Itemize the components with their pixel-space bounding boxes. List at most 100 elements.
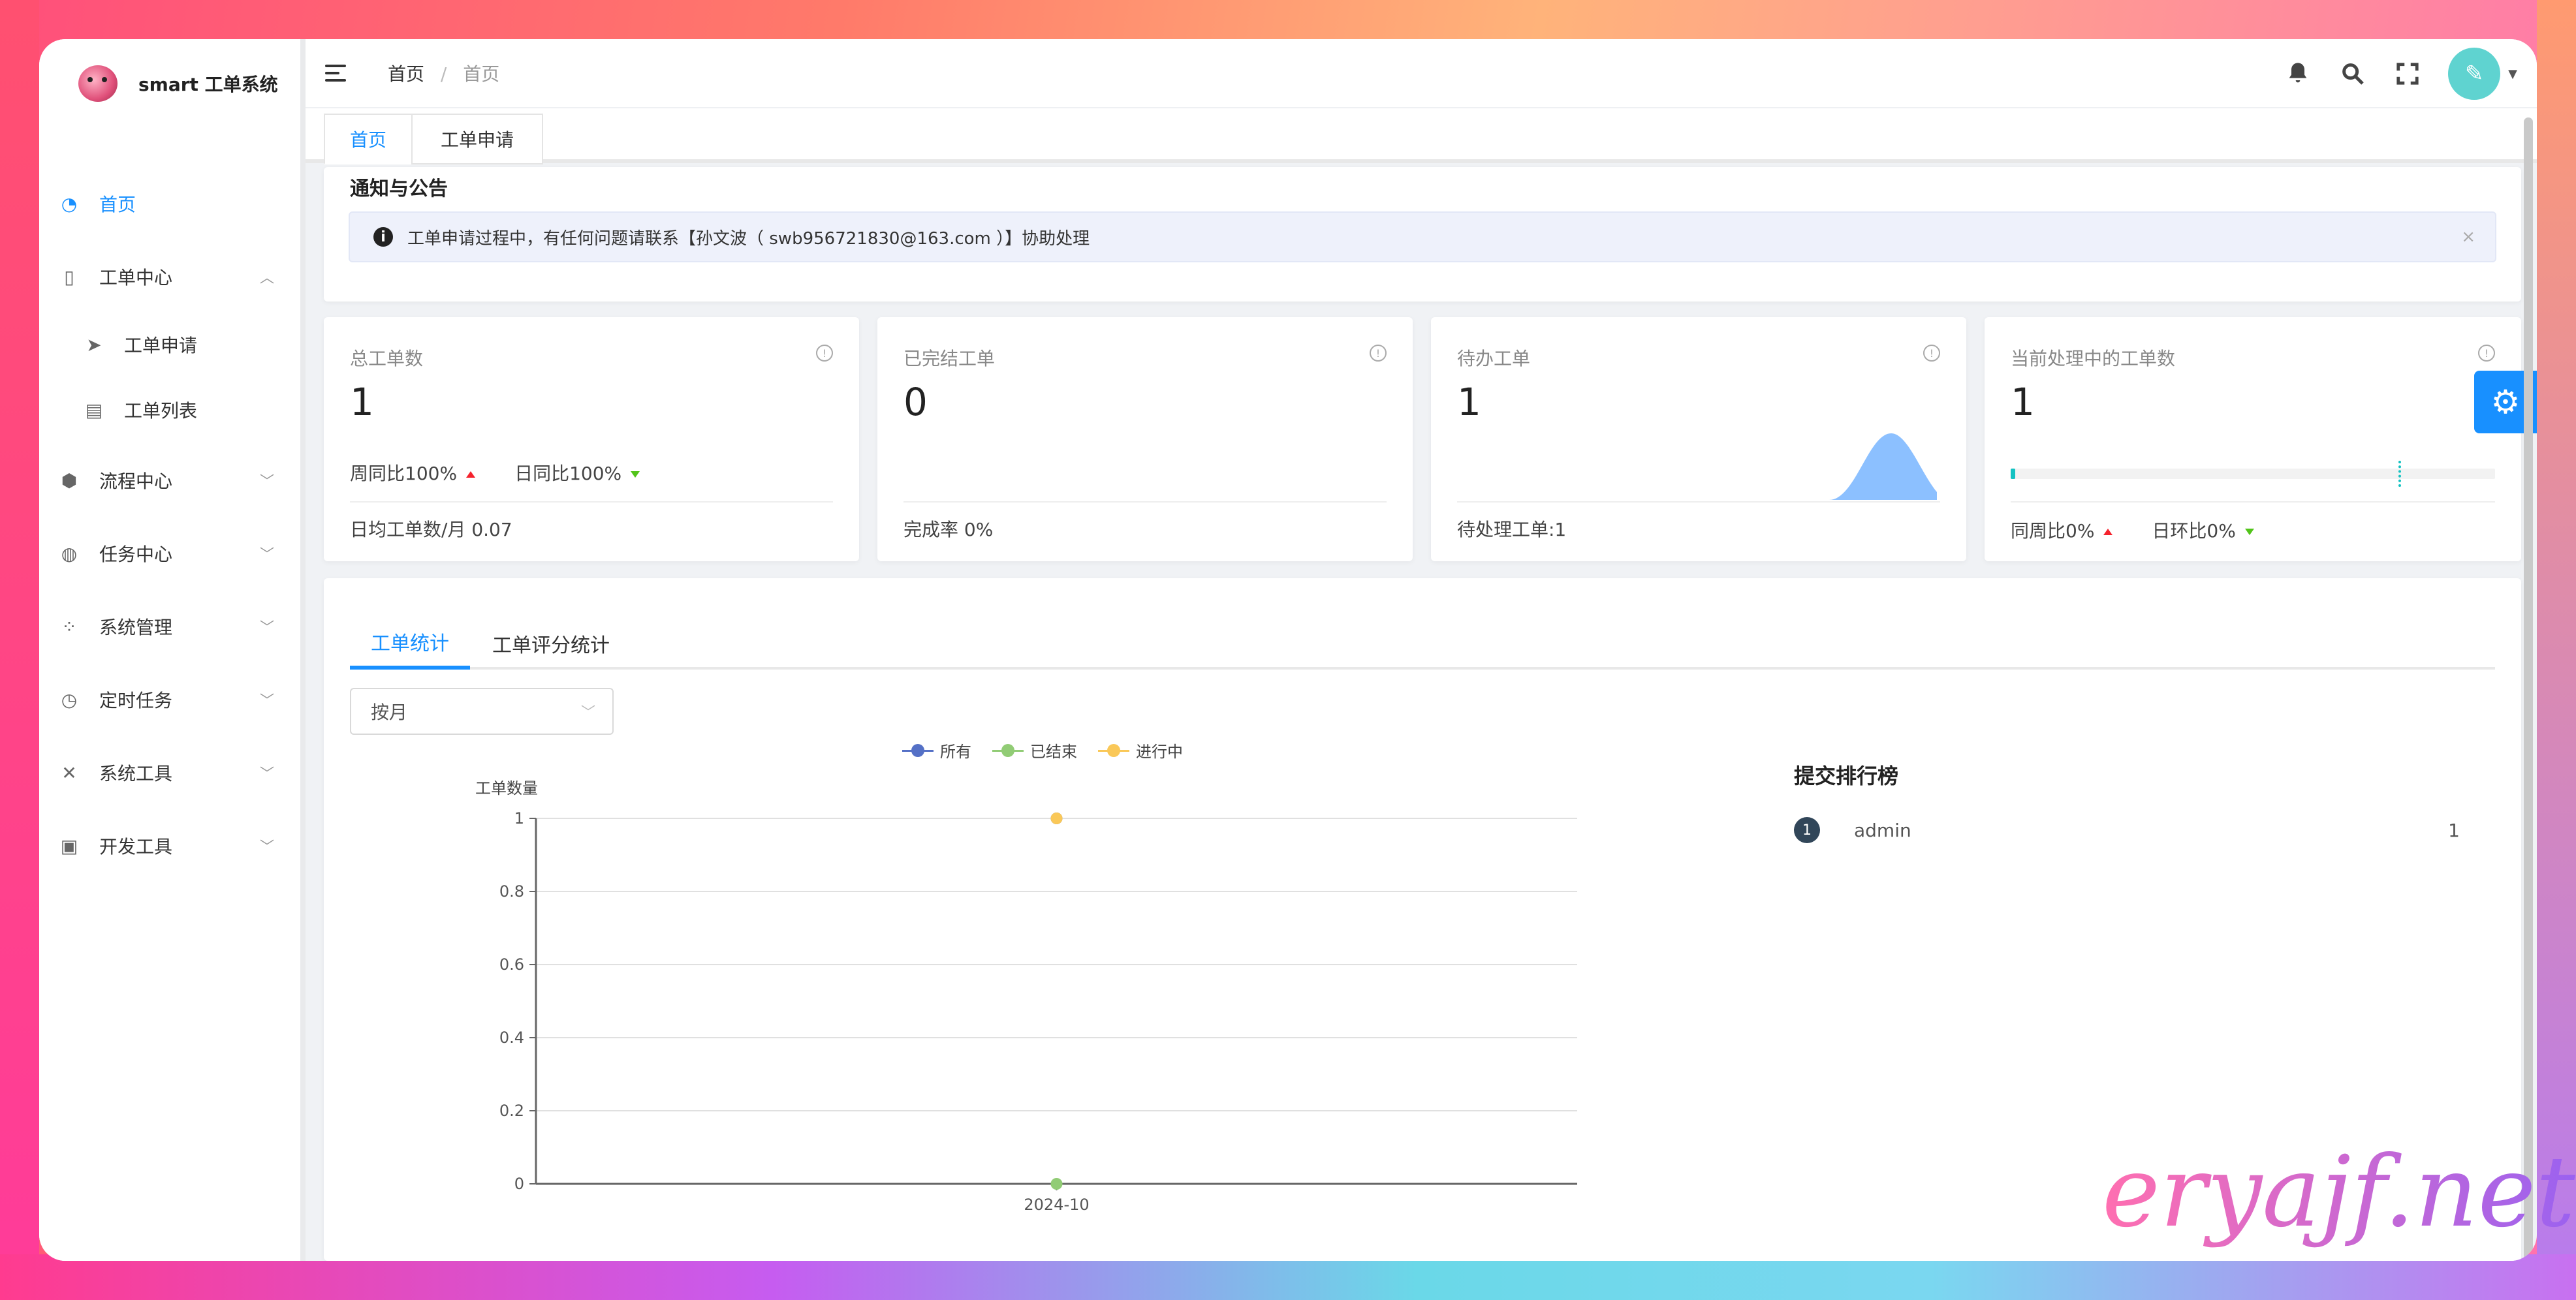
stat-value: 0 <box>903 380 928 424</box>
legend-item-all[interactable]: 所有 <box>902 739 971 762</box>
stat-label: 待办工单 <box>1457 348 1531 369</box>
task-icon: ◍ <box>61 542 78 565</box>
info-circle-icon[interactable]: ! <box>816 345 833 362</box>
tab-ticket-stats[interactable]: 工单统计 <box>350 617 470 670</box>
day-compare: 日环比0% <box>2152 517 2254 543</box>
info-circle-icon[interactable]: ! <box>1370 345 1387 362</box>
ranking-row: 1 admin 1 <box>1794 809 2479 851</box>
chevron-down-icon: ﹀ <box>259 766 274 782</box>
stat-value: 1 <box>350 380 374 424</box>
tab-home[interactable]: 首页 <box>324 114 413 164</box>
stat-label: 已完结工单 <box>903 348 996 369</box>
rank-value: 1 <box>2448 819 2460 841</box>
app-title: smart 工单系统 <box>138 74 278 95</box>
tab-ticket-rating-stats[interactable]: 工单评分统计 <box>471 617 631 670</box>
trend-up-icon <box>466 471 476 478</box>
apps-icon: ⁘ <box>61 615 77 638</box>
sidebar-item-label: 首页 <box>99 194 136 215</box>
stat-card-pending: 待办工单 ! 1 待处理工单:1 <box>1431 317 1966 561</box>
y-tick-label: 1 <box>514 809 524 828</box>
y-tick-label: 0 <box>514 1175 524 1193</box>
stat-value: 1 <box>2011 380 2035 424</box>
breadcrumb-home[interactable]: 首页 <box>388 63 424 85</box>
sidebar-item-label: 定时任务 <box>99 690 173 711</box>
data-point-进行中 <box>1050 812 1063 824</box>
avatar[interactable]: ✎ <box>2448 48 2501 100</box>
y-tick-label: 0.8 <box>499 882 524 901</box>
sidebar-item-label: 系统管理 <box>99 617 173 638</box>
chevron-down-icon: ﹀ <box>259 839 274 856</box>
sidebar-item-scheduled-tasks[interactable]: ◷ 定时任务 ﹀ <box>39 667 300 732</box>
legend-item-in-progress[interactable]: 进行中 <box>1098 739 1183 762</box>
period-select-value: 按月 <box>371 702 408 723</box>
logo[interactable]: smart 工单系统 <box>39 39 300 128</box>
stat-label: 当前处理中的工单数 <box>2011 348 2176 369</box>
sidebar-item-flow-center[interactable]: ⬢ 流程中心 ﹀ <box>39 448 300 513</box>
chart-legend: 所有 已结束 进行中 <box>902 739 1183 762</box>
notice-message: 工单申请过程中，有任何问题请联系【孙文波（ swb956721830@163.c… <box>407 228 1090 249</box>
y-tick-label: 0.6 <box>499 955 524 974</box>
scrollbar[interactable] <box>2524 117 2533 1261</box>
sidebar-item-label: 流程中心 <box>99 471 173 492</box>
progress-target-marker <box>2398 461 2401 487</box>
watermark: eryajf.net <box>2102 1136 2575 1249</box>
search-icon[interactable] <box>2338 59 2367 88</box>
breadcrumb: 首页 / 首页 <box>388 63 500 85</box>
notice-alert: i 工单申请过程中，有任何问题请联系【孙文波（ swb956721830@163… <box>349 211 2496 262</box>
rank-name: admin <box>1854 819 1911 841</box>
caret-down-icon[interactable]: ▼ <box>2508 67 2517 81</box>
app-window: smart 工单系统 ◔ 首页 ▯ 工单中心 ︿ ➤ 工单申请 ▤ 工单列表 ⬢… <box>39 39 2537 1261</box>
week-compare: 周同比100% <box>350 459 476 486</box>
sidebar-item-label: 任务中心 <box>99 544 173 565</box>
statistics-tabs: 工单统计 工单评分统计 <box>350 617 2495 670</box>
sidebar-item-ticket-apply[interactable]: ➤ 工单申请 <box>39 312 300 377</box>
tab-ticket-apply[interactable]: 工单申请 <box>411 114 543 164</box>
notice-title: 通知与公告 <box>350 178 448 200</box>
progress-bar <box>2011 461 2495 487</box>
sidebar-item-task-center[interactable]: ◍ 任务中心 ﹀ <box>39 521 300 586</box>
sidebar-item-label: 系统工具 <box>99 763 173 784</box>
fullscreen-icon[interactable] <box>2393 59 2422 88</box>
stat-footer: 日均工单数/月 0.07 <box>350 519 512 540</box>
sidebar-item-label: 开发工具 <box>99 836 173 858</box>
sidebar-item-ticket-list[interactable]: ▤ 工单列表 <box>39 377 300 442</box>
sidebar-item-label: 工单中心 <box>99 267 173 288</box>
x-tick-label: 2024-10 <box>1024 1196 1089 1214</box>
mini-area-chart <box>1829 433 1937 500</box>
period-select[interactable]: 按月 ﹀ <box>350 688 614 735</box>
stat-card-in-progress: 当前处理中的工单数 ! 1 同周比0% 日环比0% <box>1985 317 2521 561</box>
sidebar-item-home[interactable]: ◔ 首页 <box>39 171 300 236</box>
sidebar-item-ticket-center[interactable]: ▯ 工单中心 ︿ <box>39 244 300 309</box>
week-compare: 同周比0% <box>2011 517 2113 543</box>
sidebar-item-system-admin[interactable]: ⁘ 系统管理 ﹀ <box>39 594 300 659</box>
stat-label: 总工单数 <box>350 348 424 369</box>
info-icon: i <box>373 227 393 247</box>
book-icon: ▯ <box>64 266 74 288</box>
progress-fill <box>2011 469 2016 479</box>
chevron-down-icon: ﹀ <box>259 693 274 709</box>
ticket-line-chart: 工单数量 0 0.2 0.4 0.6 0.8 1 2024-10 <box>475 779 1577 1214</box>
data-point-已结束 <box>1050 1178 1063 1190</box>
file-icon: ▤ <box>85 399 103 421</box>
menu-toggle-icon[interactable] <box>325 63 349 83</box>
tools-icon: ✕ <box>61 762 77 784</box>
rank-badge: 1 <box>1794 817 1820 843</box>
y-axis-label: 工单数量 <box>475 779 538 797</box>
clock-icon: ◷ <box>61 689 78 711</box>
day-compare: 日同比100% <box>514 459 640 486</box>
legend-item-finished[interactable]: 已结束 <box>992 739 1077 762</box>
close-icon[interactable]: × <box>2461 227 2475 247</box>
info-circle-icon[interactable]: ! <box>1923 345 1940 362</box>
sidebar-item-system-tools[interactable]: ✕ 系统工具 ﹀ <box>39 740 300 805</box>
main-content: 通知与公告 i 工单申请过程中，有任何问题请联系【孙文波（ swb9567218… <box>324 167 2522 1261</box>
bell-icon[interactable] <box>2284 59 2312 88</box>
sidebar-item-dev-tools[interactable]: ▣ 开发工具 ﹀ <box>39 813 300 878</box>
stat-value: 1 <box>1457 380 1481 424</box>
stat-card-total: 总工单数 ! 1 周同比100% 日同比100% 日均工单数/月 0.07 <box>324 317 859 561</box>
dashboard-icon: ◔ <box>61 193 78 215</box>
info-circle-icon[interactable]: ! <box>2478 345 2495 362</box>
ranking-title: 提交排行榜 <box>1794 764 1899 788</box>
chevron-down-icon: ﹀ <box>259 547 274 563</box>
trend-down-icon <box>631 471 640 478</box>
sidebar-item-label: 工单申请 <box>124 335 198 356</box>
